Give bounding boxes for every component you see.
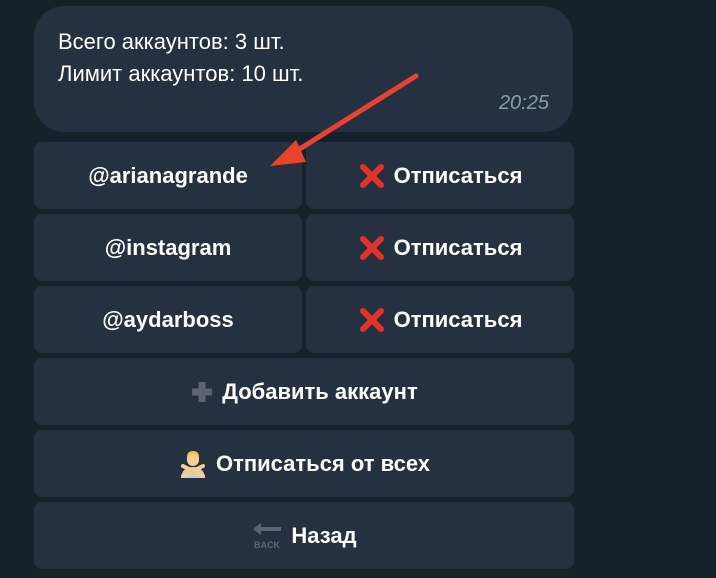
unsubscribe-label: Отписаться [393, 162, 523, 188]
message-time: 20:25 [498, 92, 549, 114]
accounts-limit-text: Лимит аккаунтов: 10 шт. [58, 61, 304, 86]
unsubscribe-label: Отписаться [393, 306, 523, 332]
unsubscribe-all-button[interactable]: Отписаться от всех [34, 430, 574, 497]
total-accounts-text: Всего аккаунтов: 3 шт. [58, 29, 285, 54]
add-account-button[interactable]: Добавить аккаунт [34, 358, 574, 425]
back-icon-text: BACK [254, 540, 280, 550]
back-button[interactable]: BACK Назад [34, 502, 574, 569]
unsubscribe-button-arianagrande[interactable]: Отписаться [306, 142, 574, 209]
back-arrow-icon: BACK [251, 521, 283, 551]
account-handle: @arianagrande [88, 162, 248, 188]
add-account-label: Добавить аккаунт [222, 378, 418, 404]
gesture-no-icon [178, 449, 208, 479]
account-handle: @aydarboss [102, 306, 234, 332]
unsubscribe-button-aydarboss[interactable]: Отписаться [306, 286, 574, 353]
back-label: Назад [291, 522, 357, 548]
account-button-arianagrande[interactable]: @arianagrande [34, 142, 302, 209]
account-button-instagram[interactable]: @instagram [34, 214, 302, 281]
account-button-aydarboss[interactable]: @aydarboss [34, 286, 302, 353]
unsubscribe-all-label: Отписаться от всех [215, 450, 431, 476]
cross-mark-icon [358, 162, 386, 190]
message-bubble: Всего аккаунтов: 3 шт. Лимит аккаунтов: … [34, 6, 573, 132]
unsubscribe-label: Отписаться [393, 234, 523, 260]
account-handle: @instagram [104, 234, 232, 260]
cross-mark-icon [358, 306, 386, 334]
cross-mark-icon [358, 234, 386, 262]
unsubscribe-button-instagram[interactable]: Отписаться [306, 214, 574, 281]
plus-icon [190, 380, 214, 404]
